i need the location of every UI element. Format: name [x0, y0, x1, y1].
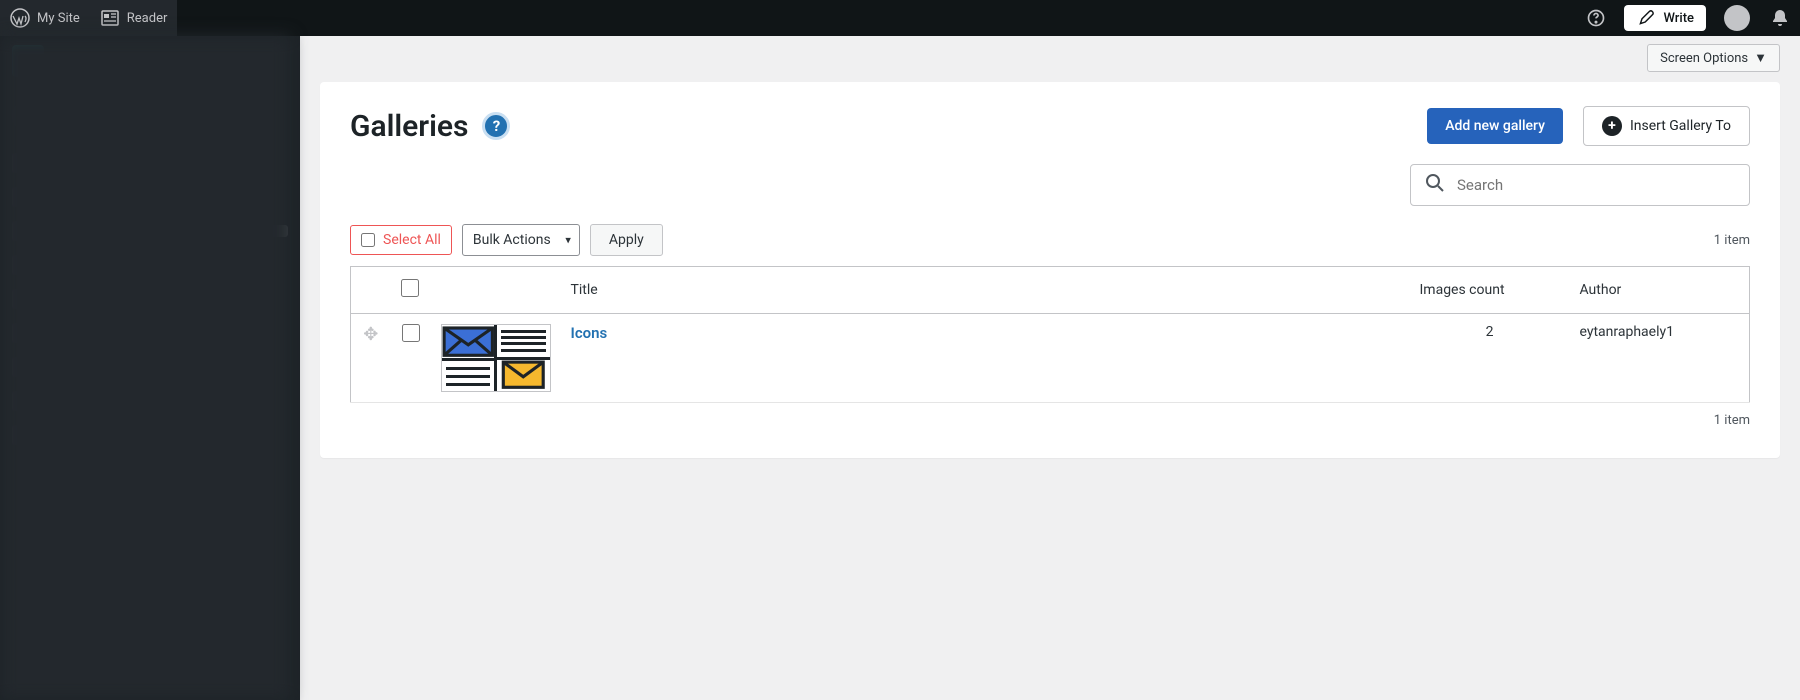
search-icon: [1425, 173, 1445, 197]
col-author[interactable]: Author: [1570, 267, 1750, 314]
notifications-link[interactable]: [1760, 0, 1800, 36]
table-row: ✥ I: [351, 314, 1750, 403]
col-thumb: [431, 267, 561, 314]
avatar-icon: [1724, 5, 1750, 31]
admin-sidebar: [0, 36, 300, 700]
select-all-checkbox[interactable]: [361, 233, 375, 247]
toolbar-right: Write: [1576, 0, 1800, 36]
write-button[interactable]: Write: [1624, 5, 1706, 31]
help-link[interactable]: [1576, 0, 1616, 36]
search-input[interactable]: [1457, 176, 1735, 194]
main-content: Screen Options ▼ Galleries ? Add new gal…: [300, 36, 1800, 700]
my-site-link[interactable]: My Site: [0, 0, 90, 36]
galleries-panel: Galleries ? Add new gallery + Insert Gal…: [320, 82, 1780, 458]
screen-options-button[interactable]: Screen Options ▼: [1647, 44, 1780, 72]
insert-gallery-to-button[interactable]: + Insert Gallery To: [1583, 106, 1750, 146]
toolbar-left: My Site Reader: [0, 0, 177, 36]
gallery-author: eytanraphaely1: [1570, 314, 1750, 403]
chevron-down-icon: ▼: [1754, 50, 1767, 66]
insert-gallery-label: Insert Gallery To: [1630, 118, 1731, 134]
help-badge[interactable]: ?: [482, 112, 510, 140]
profile-link[interactable]: [1714, 0, 1760, 36]
item-count-top: 1 item: [1714, 233, 1750, 248]
admin-toolbar: My Site Reader Write: [0, 0, 1800, 36]
my-site-label: My Site: [37, 11, 80, 26]
page-title: Galleries: [350, 109, 468, 144]
col-title[interactable]: Title: [561, 267, 1410, 314]
item-count-bottom: 1 item: [1714, 413, 1750, 428]
panel-header: Galleries ? Add new gallery + Insert Gal…: [350, 106, 1750, 146]
reader-icon: [100, 8, 120, 28]
col-images-count[interactable]: Images count: [1410, 267, 1570, 314]
wordpress-icon: [10, 8, 30, 28]
reader-link[interactable]: Reader: [90, 0, 178, 36]
select-all-toggle[interactable]: Select All: [350, 225, 452, 255]
apply-button[interactable]: Apply: [590, 224, 663, 256]
add-new-gallery-button[interactable]: Add new gallery: [1427, 108, 1563, 144]
col-checkbox: [391, 267, 431, 314]
reader-label: Reader: [127, 11, 168, 26]
write-label: Write: [1663, 11, 1694, 26]
row-checkbox[interactable]: [402, 324, 420, 342]
screen-options-label: Screen Options: [1660, 51, 1748, 66]
bulk-actions-select[interactable]: Bulk Actions: [462, 224, 580, 256]
bell-icon: [1770, 8, 1790, 28]
gallery-thumbnail: [441, 324, 551, 392]
plus-circle-icon: +: [1602, 116, 1622, 136]
help-icon: [1586, 8, 1606, 28]
col-drag: [351, 267, 391, 314]
gallery-title-link[interactable]: Icons: [571, 324, 608, 342]
write-icon: [1636, 8, 1656, 28]
search-wrap: [1410, 164, 1750, 206]
header-checkbox[interactable]: [401, 279, 419, 297]
select-all-label: Select All: [383, 232, 441, 248]
gallery-images-count: 2: [1410, 314, 1570, 403]
galleries-table: Title Images count Author ✥: [350, 266, 1750, 403]
drag-handle-icon[interactable]: ✥: [363, 324, 378, 345]
